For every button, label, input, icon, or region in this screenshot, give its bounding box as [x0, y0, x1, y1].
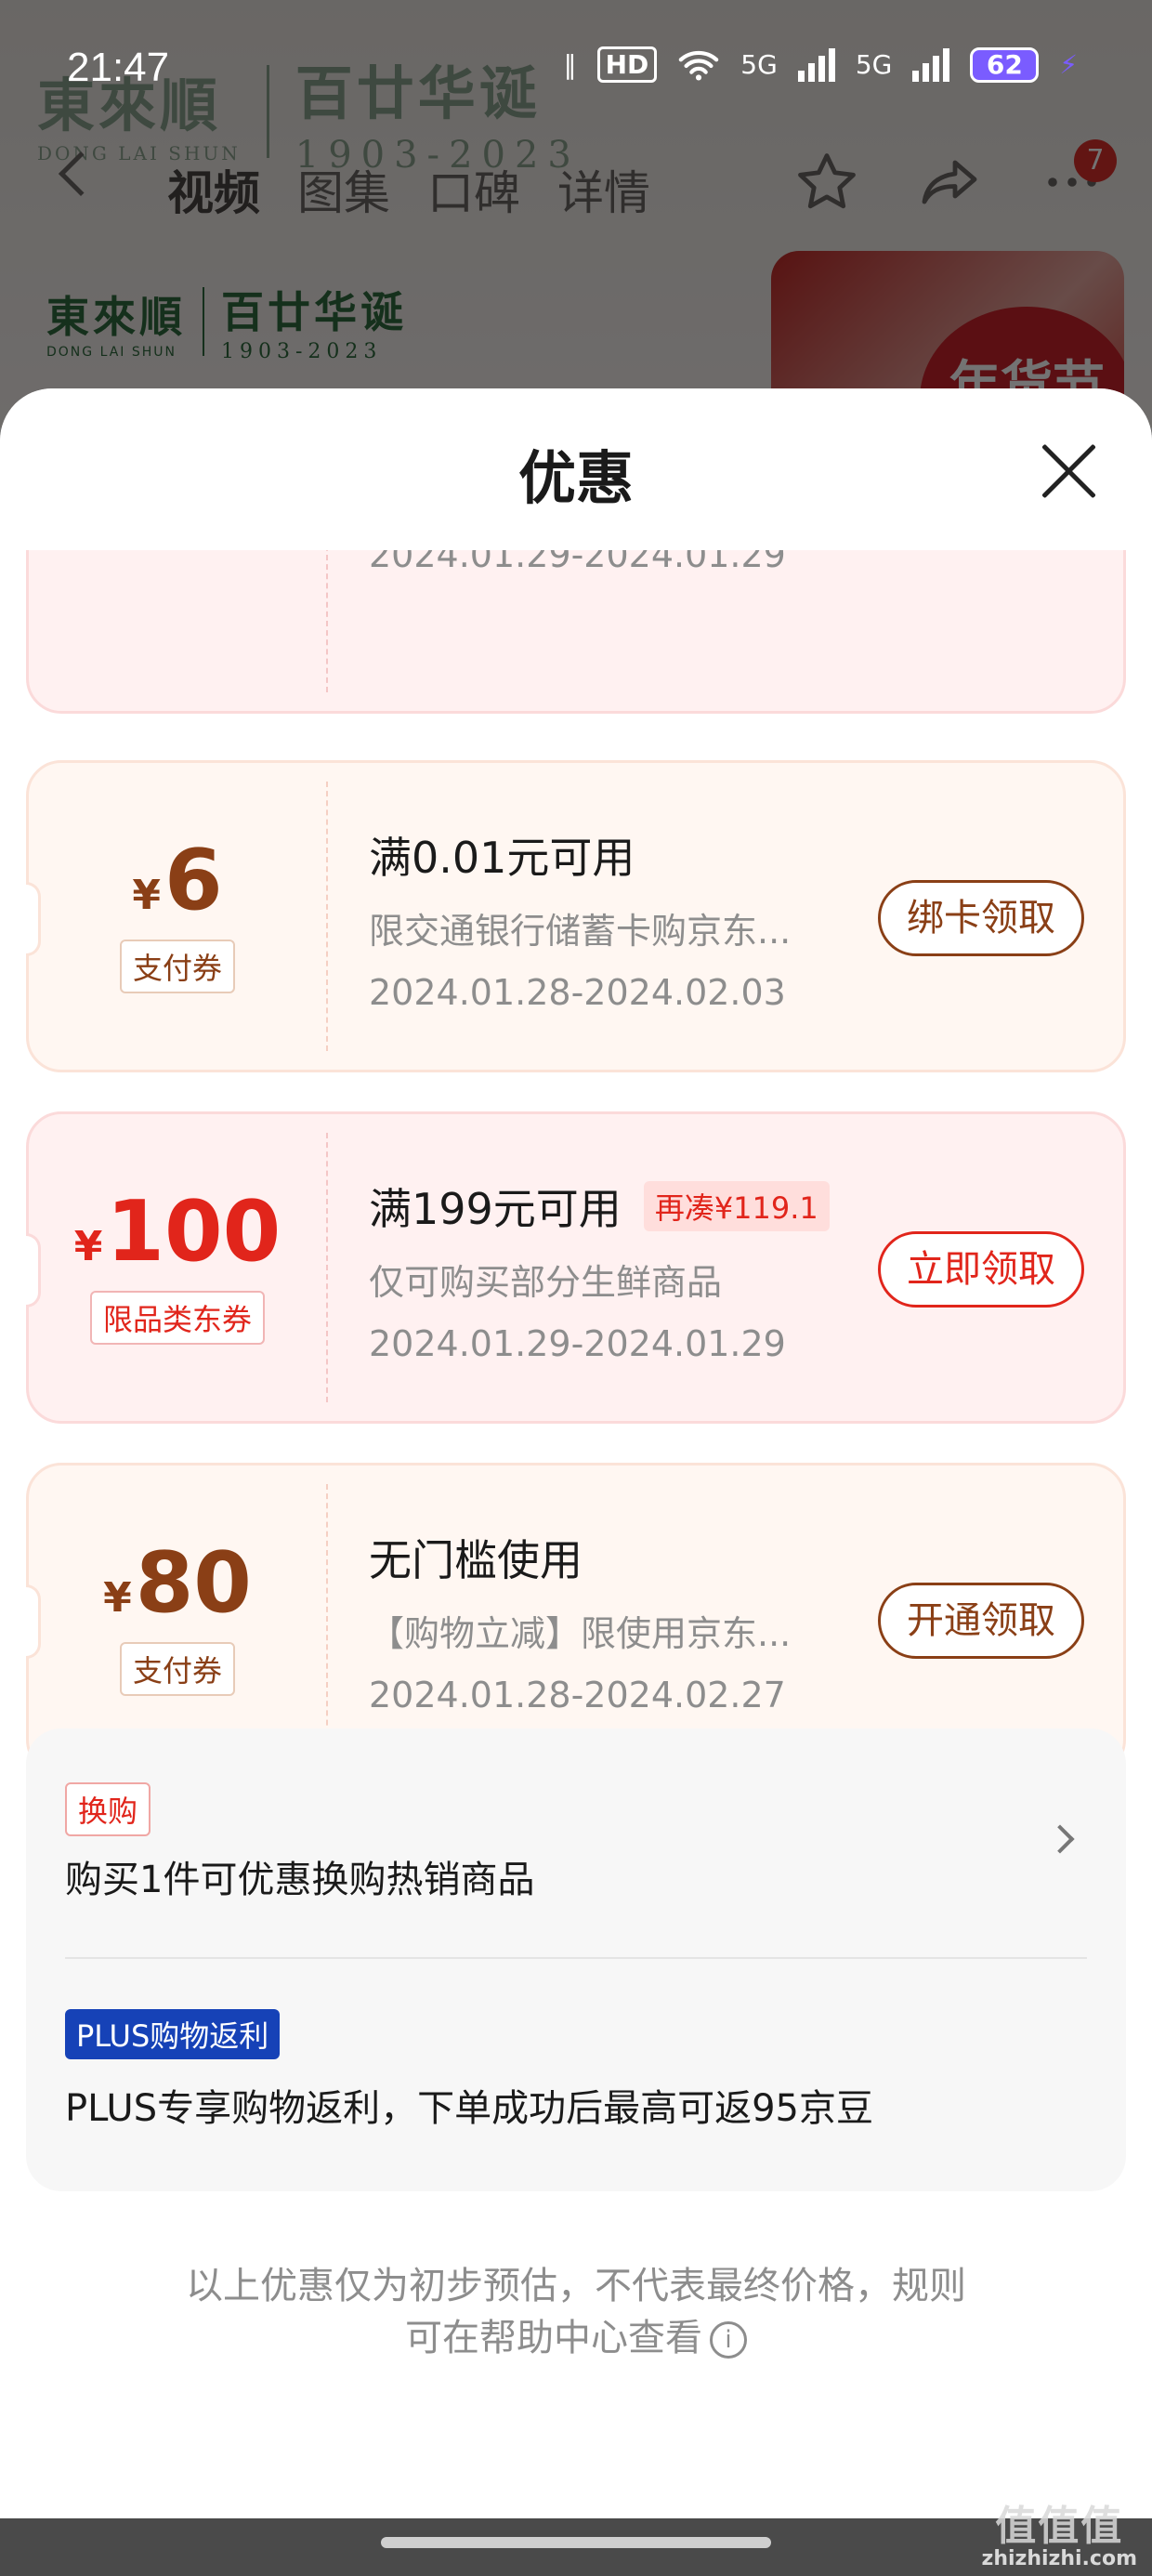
signal-icon-1	[797, 47, 835, 82]
message-count-badge: 7	[1074, 139, 1117, 182]
close-icon[interactable]	[1037, 440, 1098, 502]
coupon-amount: ¥ 80	[103, 1542, 252, 1625]
amount-value: 6	[164, 832, 223, 929]
coupon-description: 限交通银行储蓄卡购京东...	[369, 911, 792, 952]
coupon-description: 【购物立减】限使用京东...	[369, 1613, 792, 1654]
favorite-star-icon[interactable]	[793, 149, 860, 216]
claim-now-button[interactable]: 立即领取	[878, 1231, 1084, 1308]
charging-icon: ⚡	[1059, 49, 1078, 80]
coupon-condition: 满0.01元可用	[369, 824, 889, 886]
coupon-info: 无门槛使用 【购物立减】限使用京东... 2024.01.28-2024.02.…	[369, 1527, 889, 1715]
coupon-date: 2024.01.29-2024.01.29	[369, 1323, 786, 1364]
hd-icon: HD	[596, 46, 658, 83]
condition-text: 满199元可用	[369, 1184, 622, 1234]
coupon-card: ¥ 100 限品类东券 满199元可用 再凑¥119.1 仅可购买部分生鲜商品 …	[26, 1111, 1126, 1424]
brand-logo: 東來順 DONG LAI SHUN 百廿华诞 1903-2023	[46, 279, 407, 363]
coupon-amount: ¥ 6	[132, 839, 222, 923]
home-indicator[interactable]	[381, 2537, 771, 2548]
coupon-type-tag: 支付券	[119, 940, 235, 993]
tab-details[interactable]: 详情	[557, 156, 650, 223]
coupon-date: 2024.01.28-2024.02.03	[369, 972, 786, 1013]
remaining-amount-badge: 再凑¥119.1	[643, 1181, 830, 1231]
coupon-value: ¥ 6 支付券	[29, 763, 326, 1070]
vibrate-icon: ‖	[563, 49, 577, 80]
signal-icon-2	[912, 47, 950, 82]
condition-text: 无门槛使用	[369, 1535, 583, 1585]
logo-divider-2	[203, 286, 204, 356]
coupon-list[interactable]: 2024.01.29-2024.01.29 ¥ 6 支付券 满0.01元可用 限…	[0, 401, 1152, 2576]
tab-video[interactable]: 视频	[167, 156, 260, 223]
signal-label-2: 5G	[855, 49, 893, 80]
coupon-description: 仅可购买部分生鲜商品	[369, 1262, 723, 1303]
coupon-date: 2024.01.28-2024.02.27	[369, 1675, 786, 1715]
disclaimer-line-1: 以上优惠仅为初步预估，不代表最终价格，规则	[186, 2265, 966, 2307]
amount-value: 80	[135, 1534, 252, 1632]
brand-name-2: 東來順	[46, 291, 186, 342]
status-icons: ‖ HD 5G 5G 62 ⚡	[564, 46, 1078, 83]
coupon-info: 满199元可用 再凑¥119.1 仅可购买部分生鲜商品 2024.01.29-2…	[369, 1176, 889, 1364]
battery-icon: 62	[970, 46, 1040, 83]
info-icon[interactable]: i	[710, 2321, 747, 2359]
currency-symbol: ¥	[132, 872, 161, 919]
chevron-right-icon[interactable]	[1045, 1824, 1075, 1854]
gesture-nav-bar	[0, 2518, 1152, 2576]
exchange-offer-text[interactable]: 购买1件可优惠换购热销商品	[65, 1849, 534, 1903]
status-time: 21:47	[67, 45, 170, 90]
currency-symbol: ¥	[103, 1574, 132, 1622]
coupon-value: ¥ 100 限品类东券	[29, 1114, 326, 1421]
activate-claim-button[interactable]: 开通领取	[878, 1583, 1084, 1659]
coupon-condition: 满199元可用 再凑¥119.1	[369, 1176, 889, 1237]
watermark-url: zhizhizhi.com	[981, 2547, 1137, 2570]
wifi-icon	[679, 50, 719, 80]
coupon-info: 满0.01元可用 限交通银行储蓄卡购京东... 2024.01.28-2024.…	[369, 824, 889, 1013]
top-actions	[793, 149, 1106, 216]
coupon-type-tag: 支付券	[119, 1642, 235, 1696]
promotions-panel: 换购 购买1件可优惠换购热销商品 PLUS购物返利 PLUS专享购物返利，下单成…	[26, 1728, 1126, 2191]
tab-gallery[interactable]: 图集	[297, 156, 390, 223]
bind-card-claim-button[interactable]: 绑卡领取	[878, 880, 1084, 956]
coupon-amount: ¥ 100	[74, 1190, 281, 1274]
anniversary-years-2: 1903-2023	[221, 340, 383, 363]
amount-value: 100	[106, 1183, 281, 1281]
exchange-tag: 换购	[65, 1782, 151, 1836]
disclaimer-note: 以上优惠仅为初步预估，不代表最终价格，规则 可在帮助中心查看 i	[139, 2260, 1013, 2364]
coupon-card: ¥ 6 支付券 满0.01元可用 限交通银行储蓄卡购京东... 2024.01.…	[26, 760, 1126, 1072]
disclaimer-text-2: 可在帮助中心查看	[405, 2317, 702, 2359]
share-icon[interactable]	[916, 149, 983, 216]
condition-text: 满0.01元可用	[369, 833, 635, 883]
plus-rebate-tag: PLUS购物返利	[65, 2009, 281, 2059]
sheet-header: 优惠	[0, 388, 1152, 550]
watermark: 值值值 zhizhizhi.com	[981, 2503, 1137, 2571]
signal-label-1: 5G	[740, 49, 778, 80]
discount-sheet: 优惠 2024.01.29-2024.01.29 ¥ 6 支付券 满0.01元可…	[0, 388, 1152, 2576]
plus-rebate-text: PLUS专享购物返利，下单成功后最高可返95京豆	[65, 2087, 873, 2130]
coupon-value: ¥ 80 支付券	[29, 1465, 326, 1772]
coupon-divider	[326, 1484, 328, 1754]
disclaimer-line-2: 可在帮助中心查看 i	[139, 2312, 1013, 2364]
currency-symbol: ¥	[73, 1223, 103, 1270]
sheet-title: 优惠	[517, 444, 634, 512]
coupon-divider	[326, 782, 328, 1051]
coupon-condition: 无门槛使用	[369, 1527, 889, 1588]
tab-reviews[interactable]: 口碑	[427, 156, 520, 223]
promo-divider	[65, 1957, 1087, 1959]
watermark-logo: 值值值	[995, 2503, 1124, 2550]
top-tabs: 视频 图集 口碑 详情	[167, 156, 650, 223]
coupon-divider	[326, 1133, 328, 1402]
anniversary-text-2: 百廿华诞	[221, 287, 407, 337]
brand-sub-2: DONG LAI SHUN	[46, 344, 177, 360]
coupon-type-tag: 限品类东券	[89, 1291, 265, 1345]
status-bar: 21:47 ‖ HD 5G 5G 62 ⚡	[0, 0, 1152, 130]
